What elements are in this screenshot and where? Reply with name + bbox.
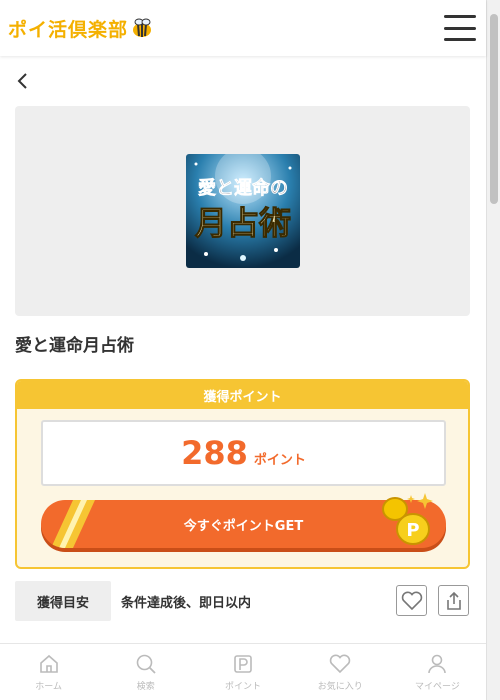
nav-mypage-label: マイページ bbox=[415, 681, 460, 692]
bottom-navigation: ホーム 検索 ポイント お気に入り マイページ bbox=[0, 643, 486, 700]
offer-title: 愛と運命月占術 bbox=[15, 336, 134, 356]
search-icon bbox=[136, 654, 156, 674]
nav-favorites-label: お気に入り bbox=[317, 681, 363, 692]
button-stripe-decoration bbox=[51, 500, 95, 548]
offer-thumbnail: 愛と運命の 月占術 bbox=[186, 154, 300, 268]
points-unit: ポイント bbox=[253, 452, 306, 468]
page-scrollbar[interactable] bbox=[486, 0, 500, 700]
thumbnail-title-line2: 月占術 bbox=[195, 204, 291, 242]
share-button[interactable] bbox=[438, 585, 469, 616]
home-icon bbox=[39, 654, 58, 673]
points-value: 288 bbox=[181, 434, 248, 472]
bee-icon bbox=[133, 18, 152, 37]
nav-mypage[interactable]: マイページ bbox=[389, 644, 486, 700]
share-icon bbox=[446, 591, 461, 610]
point-icon bbox=[234, 654, 252, 673]
offer-detail-page: 愛と運命の 月占術 愛と運命月占術 獲得ポイント 288 ポイント 今すぐポイン… bbox=[0, 56, 486, 700]
back-chevron-icon[interactable] bbox=[14, 72, 32, 90]
thumbnail-title-line1: 愛と運命の bbox=[198, 177, 288, 199]
user-icon bbox=[428, 654, 447, 673]
points-display: 288 ポイント bbox=[41, 420, 446, 486]
nav-points[interactable]: ポイント bbox=[194, 644, 291, 700]
svg-text:P: P bbox=[406, 520, 419, 541]
app-header: ポイ活倶楽部 bbox=[0, 0, 486, 56]
logo-text: ポイ活倶楽部 bbox=[8, 18, 129, 41]
get-points-label: 今すぐポイントGET bbox=[183, 518, 304, 534]
menu-bar bbox=[444, 38, 476, 41]
heart-icon bbox=[401, 591, 422, 610]
nav-search-label: 検索 bbox=[136, 681, 155, 692]
nav-search[interactable]: 検索 bbox=[97, 644, 194, 700]
nav-home-label: ホーム bbox=[35, 681, 62, 692]
nav-points-label: ポイント bbox=[225, 681, 262, 692]
offer-hero: 愛と運命の 月占術 bbox=[15, 106, 470, 316]
favorite-button[interactable] bbox=[396, 585, 427, 616]
menu-bar bbox=[444, 15, 476, 18]
site-logo[interactable]: ポイ活倶楽部 bbox=[8, 15, 154, 42]
nav-favorites[interactable]: お気に入り bbox=[292, 644, 389, 700]
menu-bar bbox=[444, 26, 476, 30]
coins-icon: P bbox=[382, 493, 433, 545]
menu-button[interactable] bbox=[444, 15, 476, 41]
earning-estimate-value: 条件達成後、即日以内 bbox=[121, 595, 252, 611]
points-card: 獲得ポイント 288 ポイント 今すぐポイントGET P bbox=[15, 379, 470, 569]
scrollbar-thumb[interactable] bbox=[490, 14, 498, 204]
earning-estimate-label: 獲得目安 bbox=[15, 581, 111, 621]
heart-icon bbox=[329, 654, 351, 673]
nav-home[interactable]: ホーム bbox=[0, 644, 97, 700]
points-header: 獲得ポイント bbox=[17, 381, 468, 409]
